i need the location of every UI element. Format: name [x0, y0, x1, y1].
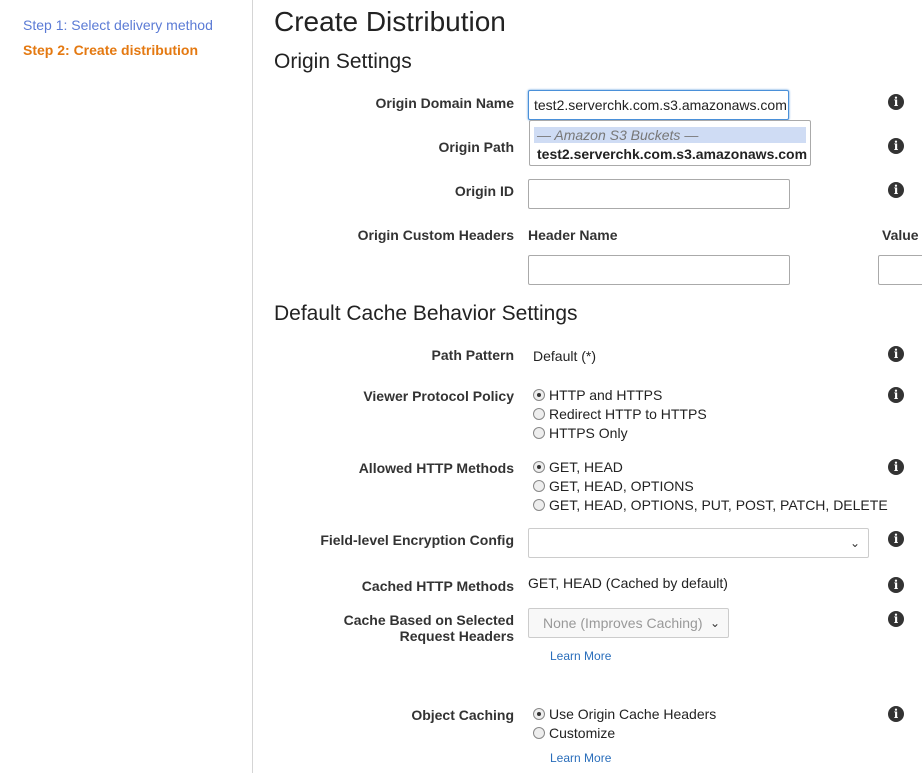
radio-button[interactable] [533, 727, 545, 739]
radio-button[interactable] [533, 708, 545, 720]
radio-customize[interactable]: Customize [533, 724, 615, 742]
radio-button[interactable] [533, 389, 545, 401]
radio-label: HTTPS Only [549, 425, 628, 441]
cache-headers-label-line2: Request Headers [399, 628, 514, 644]
origin-domain-name-input[interactable]: test2.serverchk.com.s3.amazonaws.com [528, 90, 789, 120]
chevron-down-icon: ⌄ [709, 616, 720, 630]
radio-label: GET, HEAD, OPTIONS [549, 478, 694, 494]
radio-http-and-https[interactable]: HTTP and HTTPS [533, 386, 662, 404]
info-icon[interactable]: i [888, 138, 904, 154]
page-title: Create Distribution [274, 6, 506, 37]
radio-https-only[interactable]: HTTPS Only [533, 424, 628, 442]
select-value: None (Improves Caching) [543, 615, 703, 631]
origin-custom-headers-label: Origin Custom Headers [357, 227, 514, 243]
autocomplete-option[interactable]: test2.serverchk.com.s3.amazonaws.com [537, 146, 807, 162]
radio-get-head-options[interactable]: GET, HEAD, OPTIONS [533, 477, 694, 495]
info-icon[interactable]: i [888, 182, 904, 198]
radio-label: HTTP and HTTPS [549, 387, 663, 403]
path-pattern-label: Path Pattern [431, 347, 514, 363]
cache-headers-label: Cache Based on Selected Request Headers [344, 612, 514, 644]
wizard-sidebar: Step 1: Select delivery method Step 2: C… [0, 0, 253, 773]
info-icon[interactable]: i [888, 387, 904, 403]
radio-label: Redirect HTTP to HTTPS [549, 406, 707, 422]
origin-path-label: Origin Path [438, 139, 514, 155]
main-content: Create Distribution Origin Settings Orig… [254, 0, 922, 773]
info-icon[interactable]: i [888, 459, 904, 475]
origin-domain-autocomplete: — Amazon S3 Buckets — test2.serverchk.co… [529, 120, 811, 166]
header-name-input[interactable] [528, 255, 790, 285]
radio-get-head[interactable]: GET, HEAD [533, 458, 623, 476]
info-icon[interactable]: i [888, 531, 904, 547]
radio-redirect-http-to-https[interactable]: Redirect HTTP to HTTPS [533, 405, 707, 423]
step-1-link[interactable]: Step 1: Select delivery method [23, 17, 213, 33]
origin-id-label: Origin ID [454, 183, 514, 199]
origin-id-input[interactable] [528, 179, 790, 209]
info-icon[interactable]: i [888, 611, 904, 627]
learn-more-link[interactable]: Learn More [550, 649, 611, 663]
origin-domain-name-label: Origin Domain Name [375, 95, 514, 111]
allowed-http-methods-label: Allowed HTTP Methods [358, 460, 514, 476]
cached-http-methods-value: GET, HEAD (Cached by default) [528, 575, 728, 591]
cached-http-methods-label: Cached HTTP Methods [361, 578, 514, 594]
radio-button[interactable] [533, 427, 545, 439]
cache-headers-select[interactable]: None (Improves Caching) ⌄ [528, 608, 729, 638]
radio-button[interactable] [533, 408, 545, 420]
info-icon[interactable]: i [888, 706, 904, 722]
radio-button[interactable] [533, 499, 545, 511]
step-2-current: Step 2: Create distribution [23, 42, 199, 58]
path-pattern-value: Default (*) [533, 348, 597, 364]
header-value-input[interactable] [878, 255, 922, 285]
radio-label: GET, HEAD [549, 459, 623, 475]
radio-use-origin-cache-headers[interactable]: Use Origin Cache Headers [533, 705, 716, 723]
header-value-column-label: Value [882, 227, 919, 243]
field-level-encryption-select[interactable]: ⌄ [528, 528, 869, 558]
radio-all-methods[interactable]: GET, HEAD, OPTIONS, PUT, POST, PATCH, DE… [533, 496, 888, 514]
info-icon[interactable]: i [888, 94, 904, 110]
origin-settings-heading: Origin Settings [274, 50, 412, 73]
cache-behavior-heading: Default Cache Behavior Settings [274, 302, 578, 325]
field-level-encryption-label: Field-level Encryption Config [320, 532, 514, 548]
chevron-down-icon: ⌄ [849, 536, 860, 550]
radio-label: GET, HEAD, OPTIONS, PUT, POST, PATCH, DE… [549, 497, 888, 513]
header-name-column-label: Header Name [528, 227, 618, 243]
learn-more-link[interactable]: Learn More [550, 751, 611, 765]
autocomplete-group-label: — Amazon S3 Buckets — [534, 127, 806, 143]
cache-headers-label-line1: Cache Based on Selected [343, 612, 514, 628]
object-caching-label: Object Caching [411, 707, 514, 723]
info-icon[interactable]: i [888, 577, 904, 593]
radio-label: Use Origin Cache Headers [549, 706, 717, 722]
radio-label: Customize [549, 725, 616, 741]
viewer-protocol-policy-label: Viewer Protocol Policy [363, 388, 514, 404]
radio-button[interactable] [533, 461, 545, 473]
radio-button[interactable] [533, 480, 545, 492]
info-icon[interactable]: i [888, 346, 904, 362]
